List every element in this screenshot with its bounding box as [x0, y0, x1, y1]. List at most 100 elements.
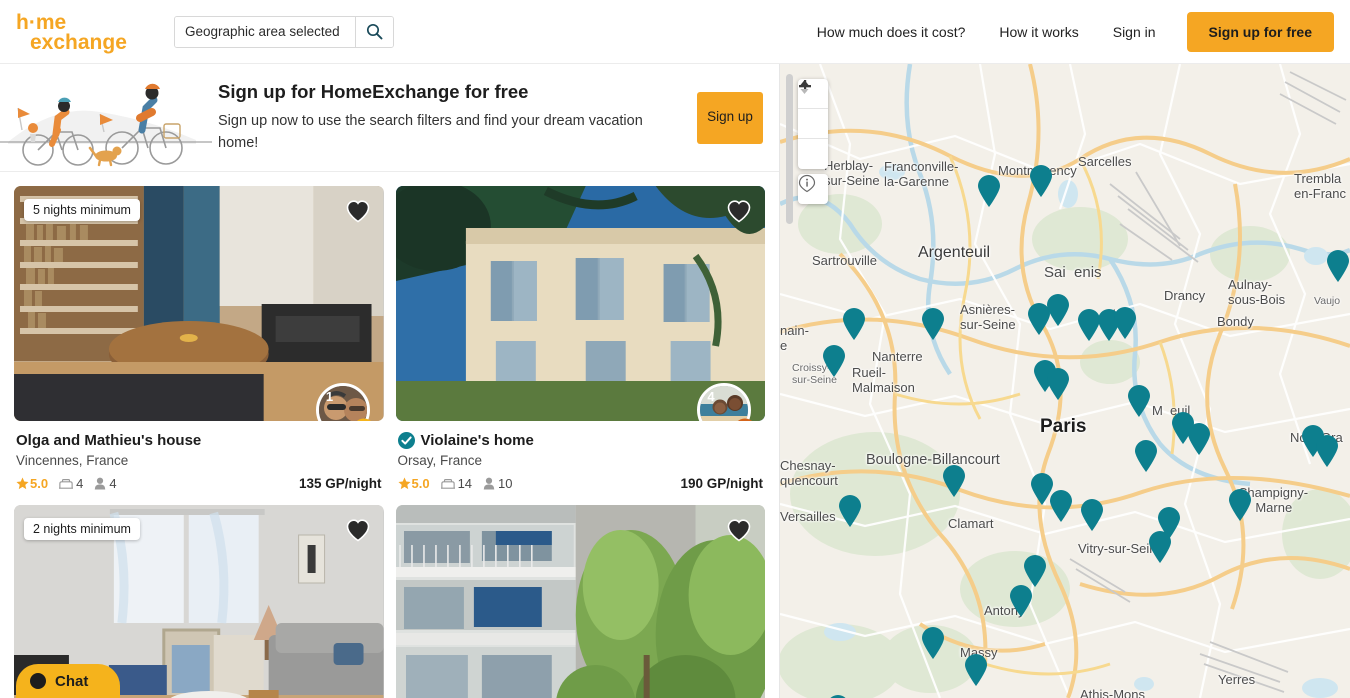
favorite-heart-icon[interactable] — [726, 517, 752, 543]
homeexchange-logo[interactable]: h·me exchange — [16, 9, 146, 55]
listing-price: 135 GP/night — [298, 476, 382, 491]
rank-number: 4 — [707, 388, 715, 404]
rank-badge-icon — [356, 418, 371, 421]
map-pin[interactable] — [1028, 164, 1054, 198]
guests-value: 10 — [498, 476, 513, 491]
map-pin[interactable] — [825, 694, 851, 698]
person-icon — [483, 477, 495, 490]
map-pin[interactable] — [1045, 367, 1071, 401]
chat-bubble-icon — [30, 673, 46, 689]
guests-meta: 4 — [94, 476, 117, 491]
promo-text: Sign up for HomeExchange for free Sign u… — [212, 81, 697, 153]
rating-value: 5.0 — [30, 476, 49, 491]
listing-photo[interactable] — [395, 505, 765, 698]
map-panel[interactable]: Herblay- sur-Seine Franconville- la-Gare… — [780, 64, 1350, 698]
map-pin[interactable] — [1186, 422, 1212, 456]
listing-photo[interactable]: 5 nights minimum 1 — [14, 186, 384, 421]
listing-card[interactable]: 4 Violaine's home Orsay, France 5.0 14 1… — [395, 186, 766, 491]
map-pin[interactable] — [963, 653, 989, 687]
promo-subtitle: Sign up now to use the search filters an… — [218, 113, 643, 151]
listing-location: Vincennes, France — [16, 453, 129, 468]
listing-meta: 5.0 14 10 190 GP/night — [397, 476, 763, 491]
map-pin[interactable] — [941, 464, 967, 498]
promo-title: Sign up for HomeExchange for free — [218, 81, 529, 103]
host-avatar-wrap[interactable]: 4 — [697, 383, 753, 421]
nights-minimum-badge: 2 nights minimum — [24, 518, 140, 540]
map-pin[interactable] — [1045, 293, 1071, 327]
star-icon — [397, 477, 411, 490]
signup-promo-banner: Sign up for HomeExchange for free Sign u… — [0, 64, 779, 172]
listing-price: 190 GP/night — [680, 476, 763, 491]
listing-location: Orsay, France — [397, 453, 483, 468]
map-pin[interactable] — [837, 494, 863, 528]
compass-tilt-icon — [800, 80, 809, 94]
listing-title: Violaine's home — [420, 432, 534, 449]
nights-minimum-badge: 5 nights minimum — [24, 199, 140, 221]
bedrooms-meta: 4 — [59, 476, 83, 491]
cyclists-illustration — [0, 68, 212, 168]
listing-photo[interactable]: 4 — [395, 186, 765, 421]
chat-widget-button[interactable]: Chat — [16, 664, 120, 698]
listing-info: Violaine's home Orsay, France 5.0 14 10 … — [396, 421, 766, 491]
person-icon — [95, 477, 106, 490]
map-info-control — [798, 174, 828, 204]
map-zoom-controls — [798, 79, 828, 169]
listing-grid: 5 nights minimum 1 Olga and Mathieu's ho… — [0, 172, 779, 698]
map-info-button[interactable] — [798, 174, 828, 204]
map-pin[interactable] — [976, 174, 1002, 208]
listing-card[interactable] — [395, 505, 765, 698]
rank-number: 1 — [325, 388, 334, 404]
map-pin[interactable] — [1126, 384, 1152, 418]
map-pin[interactable] — [1227, 488, 1253, 522]
map-tilt-button[interactable] — [798, 80, 828, 169]
map-panel-scrollbar[interactable] — [786, 74, 793, 224]
listing-meta: 5.0 4 4 135 GP/night — [16, 476, 382, 491]
svg-text:exchange: exchange — [30, 31, 127, 54]
chat-label: Chat — [55, 672, 89, 690]
balcony-garden-view-image — [395, 505, 765, 698]
bedrooms-value: 14 — [457, 476, 473, 491]
map-pin[interactable] — [920, 307, 946, 341]
bedrooms-meta: 14 — [440, 476, 473, 491]
search-button[interactable] — [355, 16, 393, 47]
map-pin[interactable] — [1325, 249, 1350, 283]
map-pin[interactable] — [821, 344, 847, 378]
map-pin[interactable] — [841, 307, 867, 341]
map-pin[interactable] — [920, 626, 946, 660]
favorite-heart-icon[interactable] — [726, 198, 752, 224]
listings-panel: Sign up for HomeExchange for free Sign u… — [0, 64, 780, 698]
guests-meta: 10 — [483, 476, 513, 491]
host-avatar-wrap[interactable]: 1 — [315, 383, 372, 421]
rating-value: 5.0 — [411, 476, 430, 491]
app-root: h·me exchange How much does it cost? How… — [0, 0, 1350, 698]
favorite-heart-icon[interactable] — [345, 198, 371, 224]
listing-rating: 5.0 — [397, 476, 430, 491]
listing-title: Olga and Mathieu's house — [16, 432, 202, 449]
search-input[interactable] — [175, 16, 355, 47]
search-box[interactable] — [174, 15, 394, 48]
map-zoom-out-button[interactable] — [798, 85, 828, 139]
nav-link-sign-in[interactable]: Sign in — [1096, 24, 1173, 40]
map-pin[interactable] — [1112, 306, 1138, 340]
map-pin[interactable] — [1048, 489, 1074, 523]
star-icon — [16, 477, 29, 490]
site-header: h·me exchange How much does it cost? How… — [0, 0, 1350, 64]
listing-title-row: Olga and Mathieu's house — [16, 432, 382, 449]
map-pin[interactable] — [1079, 498, 1105, 532]
nav-link-how-it-works[interactable]: How it works — [982, 24, 1095, 40]
sign-up-for-free-button[interactable]: Sign up for free — [1186, 11, 1334, 52]
favorite-heart-icon[interactable] — [345, 517, 371, 543]
nav-link-cost[interactable]: How much does it cost? — [800, 24, 983, 40]
map-pin[interactable] — [1022, 554, 1048, 588]
listing-card[interactable]: 5 nights minimum 1 Olga and Mathieu's ho… — [14, 186, 384, 491]
listing-title-row: Violaine's home — [397, 432, 764, 449]
promo-sign-up-button[interactable]: Sign up — [697, 91, 763, 144]
map-pin[interactable] — [1147, 530, 1173, 564]
info-icon — [798, 174, 816, 193]
rank-badge-icon — [737, 418, 753, 421]
bed-icon — [440, 478, 455, 489]
map-pin[interactable] — [1008, 584, 1034, 618]
map-pin[interactable] — [1314, 434, 1340, 468]
map-pin[interactable] — [1133, 439, 1159, 473]
bed-icon — [59, 478, 74, 489]
